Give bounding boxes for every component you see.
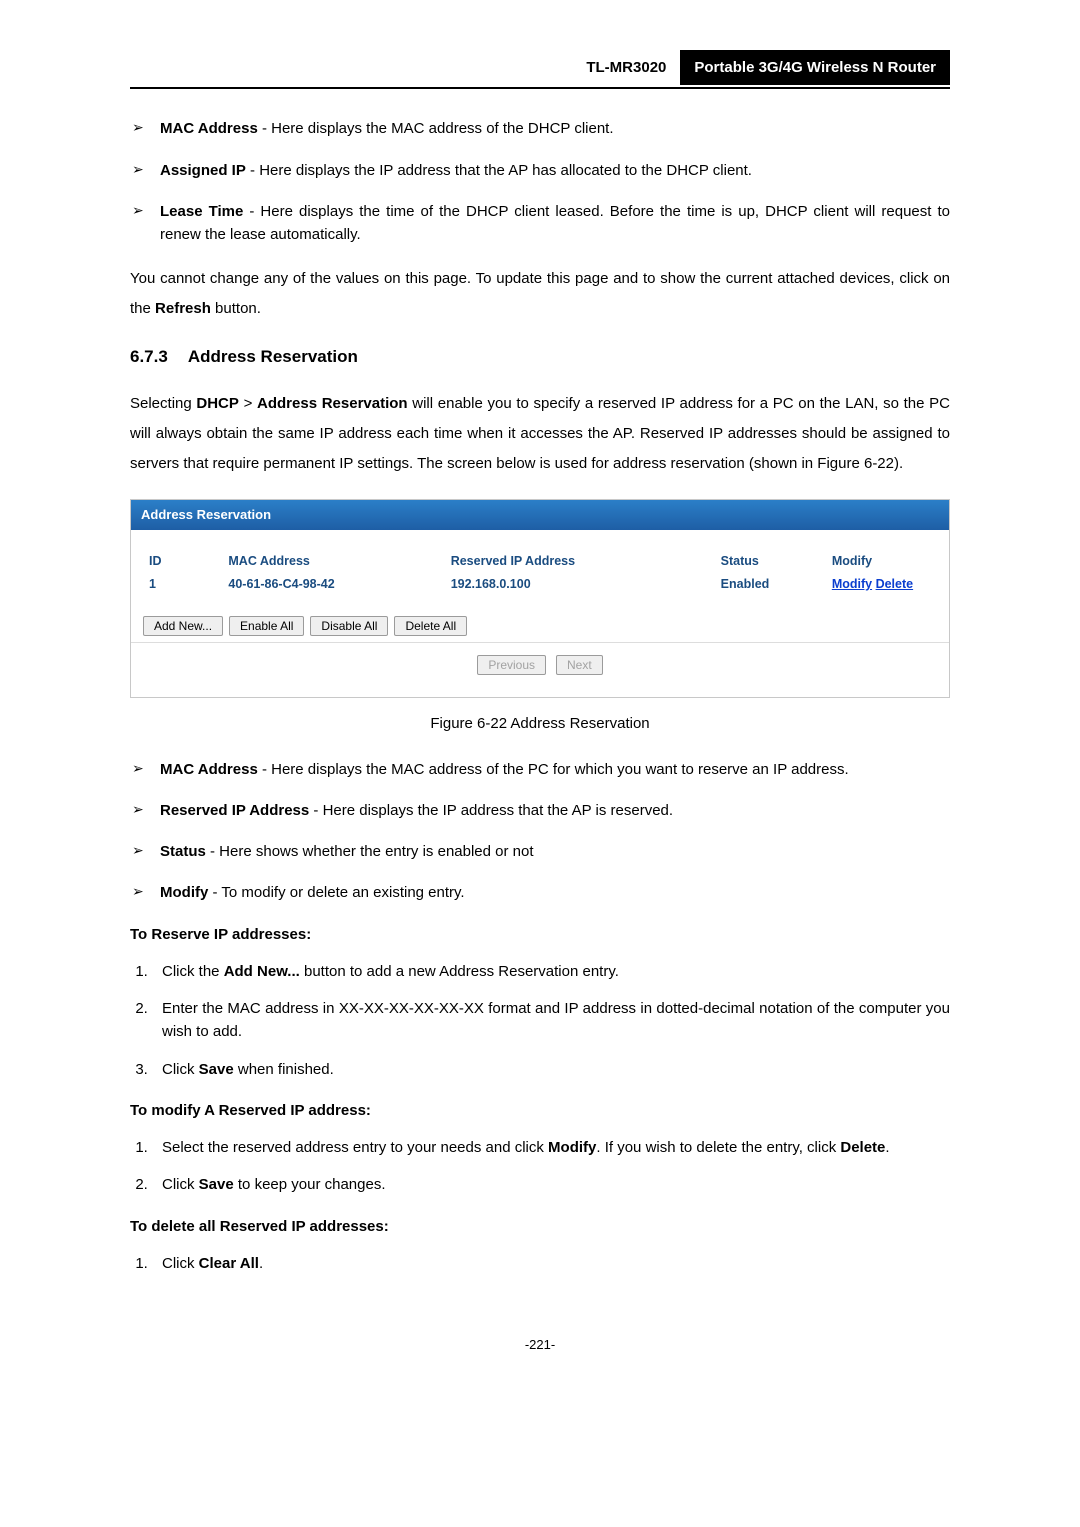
breadcrumb-sep: > <box>239 395 257 412</box>
cell-modify: Modify Delete <box>826 573 937 596</box>
reservation-table: ID MAC Address Reserved IP Address Statu… <box>143 550 937 597</box>
term: Status <box>160 843 206 860</box>
col-status: Status <box>715 550 826 573</box>
refresh-paragraph: You cannot change any of the values on t… <box>130 264 950 324</box>
button-row: Add New... Enable All Disable All Delete… <box>143 616 937 636</box>
list-item: Status - Here shows whether the entry is… <box>130 840 950 863</box>
step: Select the reserved address entry to you… <box>152 1136 950 1159</box>
text: button. <box>211 300 261 317</box>
list-item: Assigned IP - Here displays the IP addre… <box>130 159 950 182</box>
next-button[interactable]: Next <box>556 655 603 675</box>
text: Click <box>162 1061 199 1078</box>
bold: Clear All <box>199 1255 259 1272</box>
doc-header: TL-MR3020 Portable 3G/4G Wireless N Rout… <box>130 50 950 89</box>
bold: Save <box>199 1061 234 1078</box>
heading-delete-all: To delete all Reserved IP addresses: <box>130 1215 950 1238</box>
figure-titlebar: Address Reservation <box>131 500 949 530</box>
term-text: - Here displays the IP address that the … <box>309 802 673 819</box>
term: Lease Time <box>160 203 243 220</box>
steps-modify: Select the reserved address entry to you… <box>152 1136 950 1197</box>
breadcrumb-ar: Address Reservation <box>257 395 408 412</box>
figure-caption: Figure 6-22 Address Reservation <box>130 712 950 735</box>
intro-paragraph: Selecting DHCP > Address Reservation wil… <box>130 389 950 479</box>
text: when finished. <box>234 1061 334 1078</box>
step: Enter the MAC address in XX-XX-XX-XX-XX-… <box>152 997 950 1044</box>
term: Reserved IP Address <box>160 802 309 819</box>
field-definitions: MAC Address - Here displays the MAC addr… <box>130 758 950 905</box>
text: Enter the MAC address in XX-XX-XX-XX-XX-… <box>162 1000 950 1040</box>
step: Click Save to keep your changes. <box>152 1173 950 1196</box>
text: Selecting <box>130 395 196 412</box>
text: button to add a new Address Reservation … <box>300 963 619 980</box>
figure-address-reservation: Address Reservation ID MAC Address Reser… <box>130 499 950 699</box>
page-number: -221- <box>130 1335 950 1355</box>
cell-mac: 40-61-86-C4-98-42 <box>222 573 444 596</box>
step: Click the Add New... button to add a new… <box>152 960 950 983</box>
text: . <box>885 1139 889 1156</box>
disable-all-button[interactable]: Disable All <box>310 616 388 636</box>
enable-all-button[interactable]: Enable All <box>229 616 304 636</box>
step: Click Clear All. <box>152 1252 950 1275</box>
section-title: Address Reservation <box>188 347 358 366</box>
bold: Add New... <box>224 963 300 980</box>
steps-reserve: Click the Add New... button to add a new… <box>152 960 950 1081</box>
heading-reserve: To Reserve IP addresses: <box>130 923 950 946</box>
add-new-button[interactable]: Add New... <box>143 616 223 636</box>
section-number: 6.7.3 <box>130 344 168 370</box>
breadcrumb-dhcp: DHCP <box>196 395 239 412</box>
text: Select the reserved address entry to you… <box>162 1139 548 1156</box>
model-label: TL-MR3020 <box>576 52 676 83</box>
product-title: Portable 3G/4G Wireless N Router <box>680 50 950 85</box>
term: Assigned IP <box>160 162 246 179</box>
term-text: - Here shows whether the entry is enable… <box>206 843 534 860</box>
term-text: - Here displays the IP address that the … <box>246 162 752 179</box>
bold: Modify <box>548 1139 596 1156</box>
cell-ip: 192.168.0.100 <box>445 573 715 596</box>
text: Click the <box>162 963 224 980</box>
col-id: ID <box>143 550 222 573</box>
text: to keep your changes. <box>234 1176 386 1193</box>
term: MAC Address <box>160 120 258 137</box>
previous-button[interactable]: Previous <box>477 655 546 675</box>
pagination-row: Previous Next <box>143 643 937 683</box>
table-row: 1 40-61-86-C4-98-42 192.168.0.100 Enable… <box>143 573 937 596</box>
bold: Save <box>199 1176 234 1193</box>
list-item: MAC Address - Here displays the MAC addr… <box>130 758 950 781</box>
bold: Delete <box>840 1139 885 1156</box>
delete-all-button[interactable]: Delete All <box>394 616 467 636</box>
term-text: - Here displays the MAC address of the P… <box>258 761 849 778</box>
term-text: - Here displays the time of the DHCP cli… <box>160 203 950 243</box>
list-item: MAC Address - Here displays the MAC addr… <box>130 117 950 140</box>
col-modify: Modify <box>826 550 937 573</box>
heading-modify: To modify A Reserved IP address: <box>130 1099 950 1122</box>
cell-status: Enabled <box>715 573 826 596</box>
refresh-bold: Refresh <box>155 300 211 317</box>
col-mac: MAC Address <box>222 550 444 573</box>
delete-link[interactable]: Delete <box>876 577 914 591</box>
figure-body: ID MAC Address Reserved IP Address Statu… <box>131 530 949 698</box>
term: Modify <box>160 884 208 901</box>
modify-link[interactable]: Modify <box>832 577 872 591</box>
term-text: - Here displays the MAC address of the D… <box>258 120 614 137</box>
text: Click <box>162 1255 199 1272</box>
list-item: Modify - To modify or delete an existing… <box>130 881 950 904</box>
text: . <box>259 1255 263 1272</box>
step: Click Save when finished. <box>152 1058 950 1081</box>
field-definitions-top: MAC Address - Here displays the MAC addr… <box>130 117 950 246</box>
term-text: - To modify or delete an existing entry. <box>208 884 464 901</box>
section-heading: 6.7.3 Address Reservation <box>130 344 950 370</box>
text: . If you wish to delete the entry, click <box>596 1139 840 1156</box>
list-item: Reserved IP Address - Here displays the … <box>130 799 950 822</box>
list-item: Lease Time - Here displays the time of t… <box>130 200 950 247</box>
cell-id: 1 <box>143 573 222 596</box>
col-ip: Reserved IP Address <box>445 550 715 573</box>
table-header-row: ID MAC Address Reserved IP Address Statu… <box>143 550 937 573</box>
steps-delete: Click Clear All. <box>152 1252 950 1275</box>
term: MAC Address <box>160 761 258 778</box>
text: Click <box>162 1176 199 1193</box>
